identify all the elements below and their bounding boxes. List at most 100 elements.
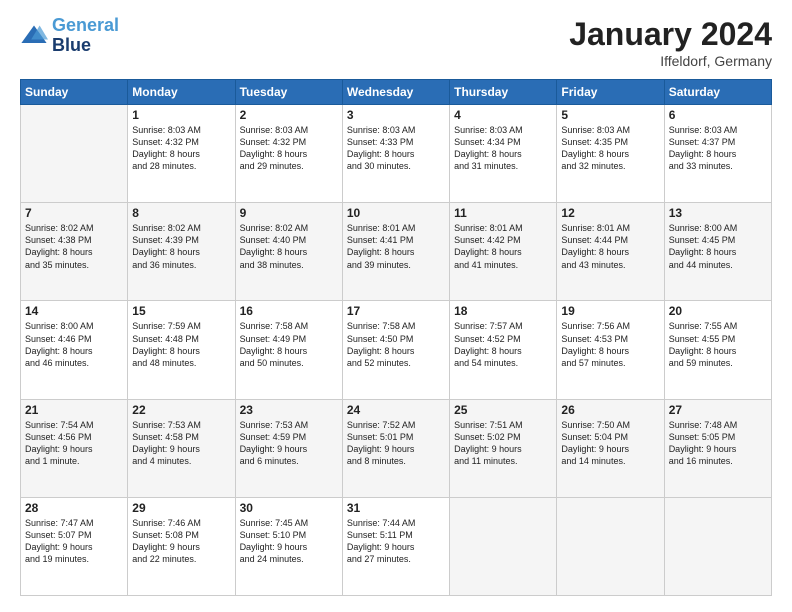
day-number: 28 bbox=[25, 501, 123, 515]
calendar-table: Sunday Monday Tuesday Wednesday Thursday… bbox=[20, 79, 772, 596]
day-number: 29 bbox=[132, 501, 230, 515]
day-number: 16 bbox=[240, 304, 338, 318]
day-number: 9 bbox=[240, 206, 338, 220]
day-number: 15 bbox=[132, 304, 230, 318]
week-row-4: 21 Sunrise: 7:54 AM Sunset: 4:56 PM Dayli… bbox=[21, 399, 772, 497]
day-info: Sunrise: 7:50 AM Sunset: 5:04 PM Dayligh… bbox=[561, 419, 659, 468]
calendar-cell bbox=[450, 497, 557, 595]
page: General Blue January 2024 Iffeldorf, Ger… bbox=[0, 0, 792, 612]
day-info: Sunrise: 8:03 AM Sunset: 4:33 PM Dayligh… bbox=[347, 124, 445, 173]
calendar-cell: 2 Sunrise: 8:03 AM Sunset: 4:32 PM Daylig… bbox=[235, 105, 342, 203]
header-wednesday: Wednesday bbox=[342, 80, 449, 105]
week-row-2: 7Sunrise: 8:02 AM Sunset: 4:38 PM Daylig… bbox=[21, 203, 772, 301]
calendar-cell bbox=[664, 497, 771, 595]
day-info: Sunrise: 7:53 AM Sunset: 4:58 PM Dayligh… bbox=[132, 419, 230, 468]
day-info: Sunrise: 7:59 AM Sunset: 4:48 PM Dayligh… bbox=[132, 320, 230, 369]
day-info: Sunrise: 8:01 AM Sunset: 4:44 PM Dayligh… bbox=[561, 222, 659, 271]
day-info: Sunrise: 8:01 AM Sunset: 4:41 PM Dayligh… bbox=[347, 222, 445, 271]
day-info: Sunrise: 8:00 AM Sunset: 4:46 PM Dayligh… bbox=[25, 320, 123, 369]
week-row-1: 1Sunrise: 8:03 AM Sunset: 4:32 PM Daylig… bbox=[21, 105, 772, 203]
logo-text: General Blue bbox=[52, 16, 119, 56]
day-info: Sunrise: 7:52 AM Sunset: 5:01 PM Dayligh… bbox=[347, 419, 445, 468]
calendar-cell: 26Sunrise: 7:50 AM Sunset: 5:04 PM Dayli… bbox=[557, 399, 664, 497]
day-number: 12 bbox=[561, 206, 659, 220]
day-number: 20 bbox=[669, 304, 767, 318]
calendar-cell: 22Sunrise: 7:53 AM Sunset: 4:58 PM Dayli… bbox=[128, 399, 235, 497]
calendar-cell: 15 Sunrise: 7:59 AM Sunset: 4:48 PM Dayli… bbox=[128, 301, 235, 399]
day-info: Sunrise: 8:01 AM Sunset: 4:42 PM Dayligh… bbox=[454, 222, 552, 271]
day-number: 27 bbox=[669, 403, 767, 417]
day-info: Sunrise: 8:03 AM Sunset: 4:35 PM Dayligh… bbox=[561, 124, 659, 173]
calendar-cell: 27 Sunrise: 7:48 AM Sunset: 5:05 PM Dayli… bbox=[664, 399, 771, 497]
header-monday: Monday bbox=[128, 80, 235, 105]
calendar-cell: 31 Sunrise: 7:44 AM Sunset: 5:11 PM Dayli… bbox=[342, 497, 449, 595]
header-friday: Friday bbox=[557, 80, 664, 105]
calendar-cell: 14 Sunrise: 8:00 AM Sunset: 4:46 PM Dayli… bbox=[21, 301, 128, 399]
day-info: Sunrise: 7:48 AM Sunset: 5:05 PM Dayligh… bbox=[669, 419, 767, 468]
day-info: Sunrise: 7:45 AM Sunset: 5:10 PM Dayligh… bbox=[240, 517, 338, 566]
calendar-cell: 24 Sunrise: 7:52 AM Sunset: 5:01 PM Dayli… bbox=[342, 399, 449, 497]
day-info: Sunrise: 8:03 AM Sunset: 4:32 PM Dayligh… bbox=[240, 124, 338, 173]
day-number: 31 bbox=[347, 501, 445, 515]
day-info: Sunrise: 8:02 AM Sunset: 4:40 PM Dayligh… bbox=[240, 222, 338, 271]
calendar-cell: 20 Sunrise: 7:55 AM Sunset: 4:55 PM Dayli… bbox=[664, 301, 771, 399]
calendar-cell: 9 Sunrise: 8:02 AM Sunset: 4:40 PM Daylig… bbox=[235, 203, 342, 301]
header-thursday: Thursday bbox=[450, 80, 557, 105]
location-subtitle: Iffeldorf, Germany bbox=[569, 53, 772, 69]
calendar-cell: 25 Sunrise: 7:51 AM Sunset: 5:02 PM Dayli… bbox=[450, 399, 557, 497]
day-info: Sunrise: 7:56 AM Sunset: 4:53 PM Dayligh… bbox=[561, 320, 659, 369]
day-info: Sunrise: 7:58 AM Sunset: 4:49 PM Dayligh… bbox=[240, 320, 338, 369]
calendar-cell: 8 Sunrise: 8:02 AM Sunset: 4:39 PM Daylig… bbox=[128, 203, 235, 301]
day-info: Sunrise: 8:03 AM Sunset: 4:37 PM Dayligh… bbox=[669, 124, 767, 173]
calendar-cell: 10Sunrise: 8:01 AM Sunset: 4:41 PM Dayli… bbox=[342, 203, 449, 301]
calendar-cell: 4 Sunrise: 8:03 AM Sunset: 4:34 PM Daylig… bbox=[450, 105, 557, 203]
day-number: 2 bbox=[240, 108, 338, 122]
day-info: Sunrise: 8:02 AM Sunset: 4:38 PM Dayligh… bbox=[25, 222, 123, 271]
header-tuesday: Tuesday bbox=[235, 80, 342, 105]
calendar-cell: 1Sunrise: 8:03 AM Sunset: 4:32 PM Daylig… bbox=[128, 105, 235, 203]
calendar-cell: 29Sunrise: 7:46 AM Sunset: 5:08 PM Dayli… bbox=[128, 497, 235, 595]
calendar-cell: 12 Sunrise: 8:01 AM Sunset: 4:44 PM Dayli… bbox=[557, 203, 664, 301]
day-info: Sunrise: 7:54 AM Sunset: 4:56 PM Dayligh… bbox=[25, 419, 123, 468]
day-number: 3 bbox=[347, 108, 445, 122]
calendar-cell bbox=[21, 105, 128, 203]
calendar-cell: 7Sunrise: 8:02 AM Sunset: 4:38 PM Daylig… bbox=[21, 203, 128, 301]
day-number: 23 bbox=[240, 403, 338, 417]
day-info: Sunrise: 8:03 AM Sunset: 4:34 PM Dayligh… bbox=[454, 124, 552, 173]
header-sunday: Sunday bbox=[21, 80, 128, 105]
day-info: Sunrise: 7:53 AM Sunset: 4:59 PM Dayligh… bbox=[240, 419, 338, 468]
day-info: Sunrise: 8:02 AM Sunset: 4:39 PM Dayligh… bbox=[132, 222, 230, 271]
day-number: 8 bbox=[132, 206, 230, 220]
day-info: Sunrise: 7:57 AM Sunset: 4:52 PM Dayligh… bbox=[454, 320, 552, 369]
calendar-cell: 19 Sunrise: 7:56 AM Sunset: 4:53 PM Dayli… bbox=[557, 301, 664, 399]
day-number: 24 bbox=[347, 403, 445, 417]
day-number: 21 bbox=[25, 403, 123, 417]
day-number: 18 bbox=[454, 304, 552, 318]
header: General Blue January 2024 Iffeldorf, Ger… bbox=[20, 16, 772, 69]
day-number: 19 bbox=[561, 304, 659, 318]
day-number: 6 bbox=[669, 108, 767, 122]
calendar-cell: 28Sunrise: 7:47 AM Sunset: 5:07 PM Dayli… bbox=[21, 497, 128, 595]
weekday-header-row: Sunday Monday Tuesday Wednesday Thursday… bbox=[21, 80, 772, 105]
calendar-cell: 21 Sunrise: 7:54 AM Sunset: 4:56 PM Dayli… bbox=[21, 399, 128, 497]
day-info: Sunrise: 7:44 AM Sunset: 5:11 PM Dayligh… bbox=[347, 517, 445, 566]
calendar-cell: 23 Sunrise: 7:53 AM Sunset: 4:59 PM Dayli… bbox=[235, 399, 342, 497]
day-number: 13 bbox=[669, 206, 767, 220]
day-info: Sunrise: 7:58 AM Sunset: 4:50 PM Dayligh… bbox=[347, 320, 445, 369]
calendar-cell: 3 Sunrise: 8:03 AM Sunset: 4:33 PM Daylig… bbox=[342, 105, 449, 203]
calendar-cell: 30 Sunrise: 7:45 AM Sunset: 5:10 PM Dayli… bbox=[235, 497, 342, 595]
day-number: 14 bbox=[25, 304, 123, 318]
calendar-cell bbox=[557, 497, 664, 595]
day-number: 11 bbox=[454, 206, 552, 220]
day-number: 30 bbox=[240, 501, 338, 515]
week-row-5: 28Sunrise: 7:47 AM Sunset: 5:07 PM Dayli… bbox=[21, 497, 772, 595]
calendar-cell: 6 Sunrise: 8:03 AM Sunset: 4:37 PM Daylig… bbox=[664, 105, 771, 203]
day-number: 25 bbox=[454, 403, 552, 417]
day-info: Sunrise: 7:55 AM Sunset: 4:55 PM Dayligh… bbox=[669, 320, 767, 369]
day-info: Sunrise: 7:51 AM Sunset: 5:02 PM Dayligh… bbox=[454, 419, 552, 468]
week-row-3: 14 Sunrise: 8:00 AM Sunset: 4:46 PM Dayli… bbox=[21, 301, 772, 399]
calendar-cell: 16 Sunrise: 7:58 AM Sunset: 4:49 PM Dayli… bbox=[235, 301, 342, 399]
header-saturday: Saturday bbox=[664, 80, 771, 105]
logo-icon bbox=[20, 22, 48, 50]
day-number: 4 bbox=[454, 108, 552, 122]
